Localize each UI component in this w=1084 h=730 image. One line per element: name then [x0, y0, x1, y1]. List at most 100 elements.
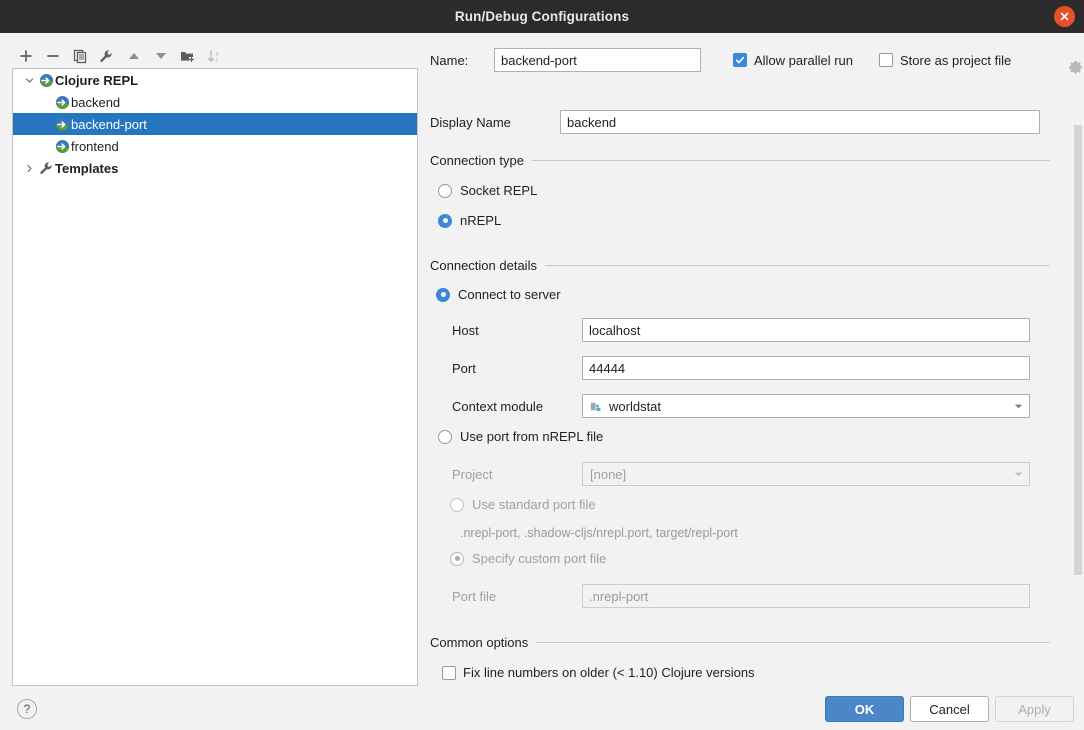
apply-button[interactable]: Apply: [995, 696, 1074, 722]
edit-templates-button[interactable]: [93, 44, 120, 68]
store-as-project-file-checkbox[interactable]: Store as project file: [879, 53, 1011, 68]
remove-configuration-button[interactable]: [39, 44, 66, 68]
move-into-folder-button[interactable]: [174, 44, 201, 68]
radio-circle: [438, 429, 452, 444]
context-module-value: worldstat: [609, 398, 662, 414]
move-up-button[interactable]: [120, 44, 147, 68]
clojure-repl-icon: [37, 72, 55, 88]
standard-port-file-hint: .nrepl-port, .shadow-cljs/nrepl.port, ta…: [460, 526, 738, 540]
arrow-up-icon: [128, 53, 139, 59]
context-module-label: Context module: [452, 398, 544, 414]
specify-custom-port-file-radio[interactable]: Specify custom port file: [450, 551, 606, 566]
chevron-down-icon[interactable]: [21, 72, 37, 88]
module-icon: [590, 400, 603, 413]
project-file-settings-button[interactable]: [1068, 60, 1084, 76]
chevron-down-icon[interactable]: [1011, 403, 1025, 410]
checkbox-box: [733, 53, 747, 67]
checkbox-box: [879, 53, 893, 67]
use-port-from-nrepl-file-label: Use port from nREPL file: [460, 429, 604, 444]
chevron-right-icon[interactable]: [21, 160, 37, 176]
clojure-repl-icon: [53, 116, 71, 132]
connect-to-server-radio[interactable]: Connect to server: [436, 287, 561, 302]
check-icon: [735, 56, 745, 64]
close-button[interactable]: [1054, 6, 1075, 27]
project-combobox[interactable]: [none]: [582, 462, 1030, 486]
name-row: Name: Allow parallel run Store as projec…: [430, 48, 1084, 74]
project-value: [none]: [590, 466, 627, 482]
nrepl-radio[interactable]: nREPL: [438, 213, 501, 228]
svg-text:a: a: [215, 51, 219, 57]
ok-button[interactable]: OK: [825, 696, 904, 722]
configurations-tree[interactable]: Clojure REPL backend backend-port fronte…: [12, 68, 418, 686]
allow-parallel-run-label: Allow parallel run: [754, 52, 853, 68]
title-bar: Run/Debug Configurations: [0, 0, 1084, 33]
tree-node-label: backend: [71, 94, 121, 110]
use-standard-port-file-radio[interactable]: Use standard port file: [450, 497, 596, 512]
radio-circle: [450, 551, 464, 566]
dialog-title: Run/Debug Configurations: [454, 9, 630, 24]
tree-node-templates[interactable]: Templates: [13, 157, 417, 179]
allow-parallel-run-checkbox[interactable]: Allow parallel run: [733, 53, 853, 68]
cancel-button[interactable]: Cancel: [910, 696, 989, 722]
help-button[interactable]: ?: [17, 699, 37, 719]
tree-node-label: Clojure REPL: [55, 72, 139, 88]
host-row: Host: [430, 318, 1030, 342]
minus-icon: [46, 55, 59, 57]
editor-scrollbar-track[interactable]: [1073, 80, 1084, 680]
chevron-down-icon[interactable]: [1011, 471, 1025, 478]
radio-circle: [450, 497, 464, 512]
project-label: Project: [452, 466, 493, 482]
socket-repl-radio[interactable]: Socket REPL: [438, 183, 537, 198]
port-file-row: Port file: [430, 584, 1030, 608]
copy-icon: [73, 49, 86, 63]
checkbox-box: [442, 665, 456, 680]
port-label: Port: [452, 360, 476, 376]
gear-icon: [1068, 60, 1083, 74]
plus-icon: [19, 50, 32, 62]
nrepl-label: nREPL: [460, 213, 502, 228]
tree-node-backend[interactable]: backend: [13, 91, 417, 113]
port-row: Port: [430, 356, 1030, 380]
use-standard-port-file-label: Use standard port file: [472, 497, 596, 512]
radio-circle: [438, 183, 452, 198]
clojure-repl-icon: [53, 138, 71, 154]
add-configuration-button[interactable]: [12, 44, 39, 68]
name-input[interactable]: [494, 48, 701, 72]
tree-node-label: frontend: [71, 138, 119, 154]
sort-configurations-button[interactable]: a z: [201, 44, 228, 68]
section-divider: [536, 642, 1050, 643]
section-divider: [544, 265, 1050, 266]
run-debug-configurations-dialog: Run/Debug Configurations a z Clojure REP…: [0, 0, 1084, 730]
project-row: Project [none]: [430, 462, 1030, 486]
context-module-combobox[interactable]: worldstat: [582, 394, 1030, 418]
tree-node-label: backend-port: [71, 116, 147, 132]
tree-node-backend-port[interactable]: backend-port: [13, 113, 417, 135]
common-options-section-header: Common options: [430, 635, 1050, 650]
display-name-input[interactable]: [560, 110, 1040, 134]
radio-circle: [438, 213, 452, 228]
port-input[interactable]: [582, 356, 1030, 380]
port-file-label: Port file: [452, 588, 497, 604]
fix-line-numbers-checkbox[interactable]: Fix line numbers on older (< 1.10) Cloju…: [442, 665, 755, 680]
clojure-repl-icon: [53, 94, 71, 110]
svg-text:z: z: [215, 57, 218, 63]
host-input[interactable]: [582, 318, 1030, 342]
tree-node-frontend[interactable]: frontend: [13, 135, 417, 157]
connection-details-title: Connection details: [430, 258, 537, 273]
section-divider: [531, 160, 1050, 161]
folder-add-icon: [181, 52, 195, 63]
port-file-input[interactable]: [582, 584, 1030, 608]
use-port-from-nrepl-file-radio[interactable]: Use port from nREPL file: [438, 429, 603, 444]
connection-details-section-header: Connection details: [430, 258, 1050, 273]
editor-scrollbar-thumb[interactable]: [1074, 125, 1082, 575]
connection-type-title: Connection type: [430, 153, 524, 168]
wrench-icon: [37, 160, 55, 176]
context-module-value-wrap: worldstat: [590, 399, 1011, 414]
copy-configuration-button[interactable]: [66, 44, 93, 68]
help-icon: ?: [23, 702, 31, 716]
tree-node-clojure-repl[interactable]: Clojure REPL: [13, 69, 417, 91]
dialog-footer: ? OK Cancel Apply: [0, 688, 1084, 730]
move-down-button[interactable]: [147, 44, 174, 68]
